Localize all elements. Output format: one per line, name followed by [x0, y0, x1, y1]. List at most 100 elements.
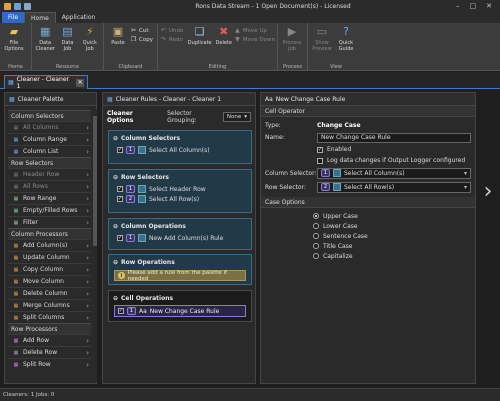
- selector-grouping-select[interactable]: None ▾: [222, 112, 251, 122]
- radio-button[interactable]: [313, 223, 319, 229]
- rule-checkbox[interactable]: ✓: [118, 308, 124, 314]
- editing-group-label: Editing: [208, 64, 227, 70]
- copy-button[interactable]: ❐ Copy: [130, 36, 153, 43]
- minimize-icon[interactable]: –: [456, 2, 460, 10]
- document-tab[interactable]: ▦ Cleaner - Cleaner 1 ✕: [4, 75, 88, 90]
- palette-item[interactable]: ▦ Delete Column ›: [8, 287, 91, 299]
- palette-scrollbar[interactable]: [93, 110, 97, 382]
- palette-item[interactable]: ▦ Column List ›: [8, 145, 91, 157]
- palette-item[interactable]: ▦ Header Row ›: [8, 168, 91, 180]
- name-field[interactable]: New Change Case Rule: [317, 132, 471, 143]
- expand-icon[interactable]: ⊖: [113, 135, 118, 142]
- rule-item[interactable]: ✓ 1 Select All Column(s): [109, 145, 251, 155]
- column-selectors-box[interactable]: ⊖ Column Selectors ✓ 1 Select All Column(s): [108, 130, 252, 164]
- palette-item-icon: ▦: [13, 219, 19, 226]
- case-option[interactable]: Title Case: [261, 241, 475, 251]
- rule-item[interactable]: ✓ 1 New Add Column(s) Rule: [109, 233, 251, 243]
- rule-item[interactable]: ✓ 1 Select Header Row: [109, 184, 251, 194]
- close-icon[interactable]: ✕: [486, 2, 492, 10]
- close-tab-icon[interactable]: ✕: [76, 78, 84, 87]
- palette-item[interactable]: ▦ Empty/Filled Rows ›: [8, 204, 91, 216]
- palette-item[interactable]: ▦ Filter ›: [8, 216, 91, 228]
- quick-access-toolbar: [0, 2, 60, 10]
- tab-file[interactable]: File: [2, 12, 25, 23]
- maximize-icon[interactable]: □: [470, 2, 477, 10]
- palette-item[interactable]: ▦ Row Range ›: [8, 192, 91, 204]
- expand-icon[interactable]: ⊖: [113, 259, 118, 266]
- case-option[interactable]: Lower Case: [261, 221, 475, 231]
- row-selectors-box[interactable]: ⊖ Row Selectors ✓ 1 Select Header Row ✓ 2 Sel…: [108, 169, 252, 213]
- rule-label: New Add Column(s) Rule: [149, 234, 224, 242]
- expand-icon[interactable]: ⊖: [113, 223, 118, 230]
- tab-application[interactable]: Application: [56, 12, 102, 23]
- log-checkbox[interactable]: [317, 157, 323, 164]
- home-group: ▰ File Options Home: [0, 23, 32, 71]
- radio-button[interactable]: [313, 213, 319, 219]
- redo-button[interactable]: ↷ Redo: [160, 36, 186, 43]
- status-text: Cleaners: 1 Jobs: 0: [3, 392, 55, 398]
- palette-item[interactable]: ▦ Split Columns ›: [8, 311, 91, 323]
- palette-section-header: Column Processors: [8, 228, 91, 239]
- radio-button[interactable]: [313, 243, 319, 249]
- grid-icon: [138, 146, 146, 154]
- palette-item[interactable]: ▦ Move Column ›: [8, 275, 91, 287]
- rule-checkbox[interactable]: ✓: [117, 196, 123, 202]
- save-icon[interactable]: [24, 2, 31, 10]
- enabled-checkbox[interactable]: ✓: [317, 146, 323, 153]
- palette-item-label: All Columns: [23, 124, 59, 131]
- rule-checkbox[interactable]: ✓: [117, 186, 123, 192]
- palette-item[interactable]: ▦ Split Row ›: [8, 358, 91, 370]
- radio-button[interactable]: [313, 233, 319, 239]
- scrollbar-thumb[interactable]: [93, 116, 97, 246]
- rule-label: Select Header Row: [149, 185, 206, 193]
- palette-item[interactable]: ▦ All Columns ›: [8, 121, 91, 133]
- case-option-label: Sentence Case: [323, 232, 368, 240]
- palette-item[interactable]: ▦ Add Row ›: [8, 334, 91, 346]
- cut-label: Cut: [139, 27, 149, 34]
- process-icon: ▶: [287, 25, 297, 38]
- column-operations-box[interactable]: ⊖ Column Operations ✓ 1 New Add Column(s) R…: [108, 218, 252, 250]
- move-down-button[interactable]: ▼ Move Down: [234, 36, 275, 43]
- palette-item[interactable]: ▦ All Rows ›: [8, 180, 91, 192]
- cut-button[interactable]: ✂ Cut: [130, 27, 153, 34]
- rules-header: ▦ Cleaner Rules - Cleaner - Cleaner 1: [103, 93, 255, 106]
- palette-item[interactable]: ▦ Update Column ›: [8, 251, 91, 263]
- case-option-label: Upper Case: [323, 212, 358, 220]
- radio-button[interactable]: [313, 253, 319, 259]
- chevron-right-icon[interactable]: ›: [480, 180, 496, 204]
- case-option[interactable]: Upper Case: [261, 211, 475, 221]
- arrow-down-icon: ▼: [235, 36, 240, 43]
- column-selector-dropdown[interactable]: 1 Select All Column(s) ▾: [317, 167, 471, 179]
- palette-item-label: Split Columns: [23, 314, 65, 321]
- tab-home[interactable]: Home: [24, 12, 56, 23]
- cell-operations-box[interactable]: ⊖ Cell Operations ✓ 1 Aa New Change Case Rul…: [108, 290, 252, 322]
- row-operations-box[interactable]: ⊖ Row Operations i Please add a rule from …: [108, 254, 252, 285]
- case-option[interactable]: Sentence Case: [261, 231, 475, 241]
- undo-button[interactable]: ↶ Undo: [160, 27, 186, 34]
- rule-item[interactable]: ✓ 2 Select All Row(s): [109, 194, 251, 204]
- chevron-right-icon: ›: [86, 147, 89, 156]
- view-group-label: View: [330, 64, 342, 70]
- expand-icon[interactable]: ⊖: [113, 174, 118, 181]
- palette-section-header: Column Selectors: [8, 110, 91, 121]
- cut-icon: ✂: [130, 27, 137, 34]
- selected-rule-item[interactable]: ✓ 1 Aa New Change Case Rule: [114, 305, 246, 317]
- expand-icon[interactable]: ⊖: [113, 295, 118, 302]
- detail-title: New Change Case Rule: [275, 95, 346, 103]
- palette-item[interactable]: ▦ Add Column(s) ›: [8, 239, 91, 251]
- rule-checkbox[interactable]: ✓: [117, 235, 123, 241]
- rule-checkbox[interactable]: ✓: [117, 147, 123, 153]
- palette-item-icon: ▦: [13, 266, 19, 273]
- chevron-right-icon: ›: [86, 194, 89, 203]
- palette-item[interactable]: ▦ Column Range ›: [8, 133, 91, 145]
- move-up-button[interactable]: ▲ Move Up: [234, 27, 275, 34]
- case-option[interactable]: Capitalize: [261, 251, 475, 261]
- palette-item[interactable]: ▦ Copy Column ›: [8, 263, 91, 275]
- palette-item-label: Add Column(s): [23, 242, 68, 249]
- palette-item[interactable]: ▦ Delete Row ›: [8, 346, 91, 358]
- chevron-right-icon: ›: [86, 135, 89, 144]
- new-doc-icon[interactable]: [14, 2, 21, 10]
- row-selector-dropdown[interactable]: 2 Select All Row(s) ▾: [317, 181, 471, 193]
- chevron-right-icon: ›: [86, 360, 89, 369]
- palette-item[interactable]: ▦ Merge Columns ›: [8, 299, 91, 311]
